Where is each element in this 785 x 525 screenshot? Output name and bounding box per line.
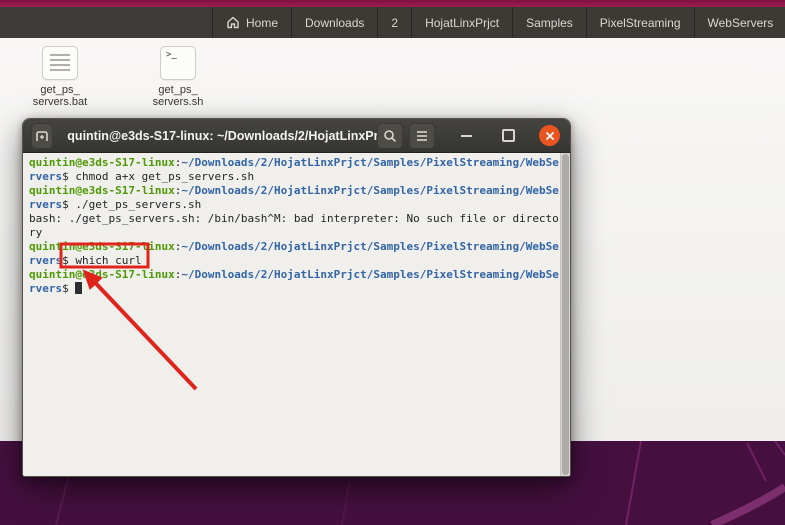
- file-label: get_ps_ servers.sh: [152, 84, 204, 108]
- path-item-pixelstreaming[interactable]: PixelStreaming: [586, 7, 695, 38]
- file-label: get_ps_ servers.bat: [32, 84, 88, 108]
- terminal-line: rvers$ which curl: [29, 254, 560, 268]
- desktop-screen: Home Downloads 2 HojatLinxPrjct Samples Pixel…: [0, 0, 785, 525]
- path-item-downloads[interactable]: Downloads: [292, 7, 379, 38]
- wallpaper-top-strip: [0, 0, 785, 7]
- terminal-text-segment: ~/Downloads/2/HojatLinxPrjct/Samples/Pix…: [181, 156, 559, 169]
- hamburger-menu-icon: [417, 130, 427, 141]
- path-item-samples[interactable]: Samples: [513, 7, 587, 38]
- terminal-line: rvers$ chmod a+x get_ps_servers.sh: [29, 170, 560, 184]
- text-file-icon: [42, 46, 78, 80]
- terminal-line: rvers$: [29, 282, 560, 296]
- terminal-titlebar[interactable]: quintin@e3ds-S17-linux: ~/Downloads/2/Ho…: [23, 119, 570, 153]
- terminal-line: ry: [29, 226, 560, 240]
- terminal-line: quintin@e3ds-S17-linux:~/Downloads/2/Hoj…: [29, 268, 560, 282]
- file-item-get_ps_servers.bat[interactable]: get_ps_ servers.bat: [17, 46, 103, 108]
- path-item-label: PixelStreaming: [599, 15, 681, 30]
- terminal-text-segment: ~/Downloads/2/HojatLinxPrjct/Samples/Pix…: [181, 184, 559, 197]
- terminal-window-title: quintin@e3ds-S17-linux: ~/Downloads/2/Ho…: [67, 128, 377, 143]
- terminal-text-segment: rvers: [29, 198, 63, 211]
- terminal-text-segment: rvers: [29, 254, 63, 267]
- terminal-text-segment: quintin@e3ds-S17-linux: [29, 156, 175, 169]
- terminal-text-segment: $ ./get_ps_servers.sh: [62, 198, 202, 211]
- terminal-text-segment: ry: [29, 226, 43, 239]
- breadcrumb: Home Downloads 2 HojatLinxPrjct Samples Pixel…: [212, 7, 785, 38]
- terminal-scrollbar[interactable]: [560, 153, 570, 476]
- path-item-hojatlinxprjct[interactable]: HojatLinxPrjct: [412, 7, 514, 38]
- home-icon: [227, 16, 239, 29]
- path-item-2[interactable]: 2: [378, 7, 413, 38]
- terminal-window: quintin@e3ds-S17-linux: ~/Downloads/2/Ho…: [22, 118, 571, 477]
- search-button[interactable]: [377, 122, 403, 149]
- path-item-label: Home: [246, 15, 279, 30]
- terminal-cursor: [75, 282, 83, 294]
- terminal-line: bash: ./get_ps_servers.sh: /bin/bash^M: …: [29, 212, 560, 226]
- terminal-text-segment: quintin@e3ds-S17-linux: [29, 240, 175, 253]
- terminal-text-segment: rvers: [29, 282, 63, 295]
- terminal-text-segment: $: [62, 282, 76, 295]
- document-lines-glyph: [50, 54, 70, 71]
- path-item-home[interactable]: Home: [213, 7, 293, 38]
- new-tab-icon: [36, 130, 48, 141]
- maximize-button[interactable]: [497, 125, 519, 147]
- terminal-text-segment: $ chmod a+x get_ps_servers.sh: [62, 170, 255, 183]
- file-manager-header-bar: Home Downloads 2 HojatLinxPrjct Samples Pixel…: [0, 7, 785, 39]
- terminal-text-segment: quintin@e3ds-S17-linux: [29, 268, 175, 281]
- terminal-text-segment: ~/Downloads/2/HojatLinxPrjct/Samples/Pix…: [181, 268, 559, 281]
- terminal-text-segment: quintin@e3ds-S17-linux: [29, 184, 175, 197]
- path-item-label: Downloads: [305, 15, 365, 30]
- file-item-get_ps_servers.sh[interactable]: >_ get_ps_ servers.sh: [135, 46, 221, 108]
- shell-script-icon: >_: [160, 46, 196, 80]
- path-item-label: HojatLinxPrjct: [425, 15, 500, 30]
- terminal-line: quintin@e3ds-S17-linux:~/Downloads/2/Hoj…: [29, 156, 560, 170]
- close-button[interactable]: [539, 125, 560, 146]
- path-item-label: Samples: [526, 15, 573, 30]
- terminal-scrollbar-thumb[interactable]: [562, 154, 569, 475]
- terminal-line: rvers$ ./get_ps_servers.sh: [29, 198, 560, 212]
- search-icon: [384, 129, 397, 142]
- terminal-text-segment: $ which curl: [62, 254, 142, 267]
- menu-button[interactable]: [409, 122, 435, 149]
- close-icon: [545, 131, 554, 140]
- minimize-button[interactable]: [455, 125, 477, 147]
- path-item-label: WebServers: [707, 15, 774, 30]
- terminal-prompt-glyph: >_: [166, 50, 177, 60]
- new-tab-button[interactable]: [31, 122, 54, 149]
- terminal-line: quintin@e3ds-S17-linux:~/Downloads/2/Hoj…: [29, 240, 560, 254]
- terminal-text-segment: rvers: [29, 170, 63, 183]
- terminal-text-segment: bash: ./get_ps_servers.sh: /bin/bash^M: …: [29, 212, 559, 225]
- minimize-icon: [460, 134, 472, 137]
- path-item-label: 2: [391, 15, 399, 30]
- terminal-line: quintin@e3ds-S17-linux:~/Downloads/2/Hoj…: [29, 184, 560, 198]
- terminal-text-segment: ~/Downloads/2/HojatLinxPrjct/Samples/Pix…: [181, 240, 559, 253]
- maximize-icon: [501, 129, 515, 142]
- path-item-webservers[interactable]: WebServers: [694, 7, 785, 38]
- terminal-output[interactable]: quintin@e3ds-S17-linux:~/Downloads/2/Hoj…: [23, 153, 570, 476]
